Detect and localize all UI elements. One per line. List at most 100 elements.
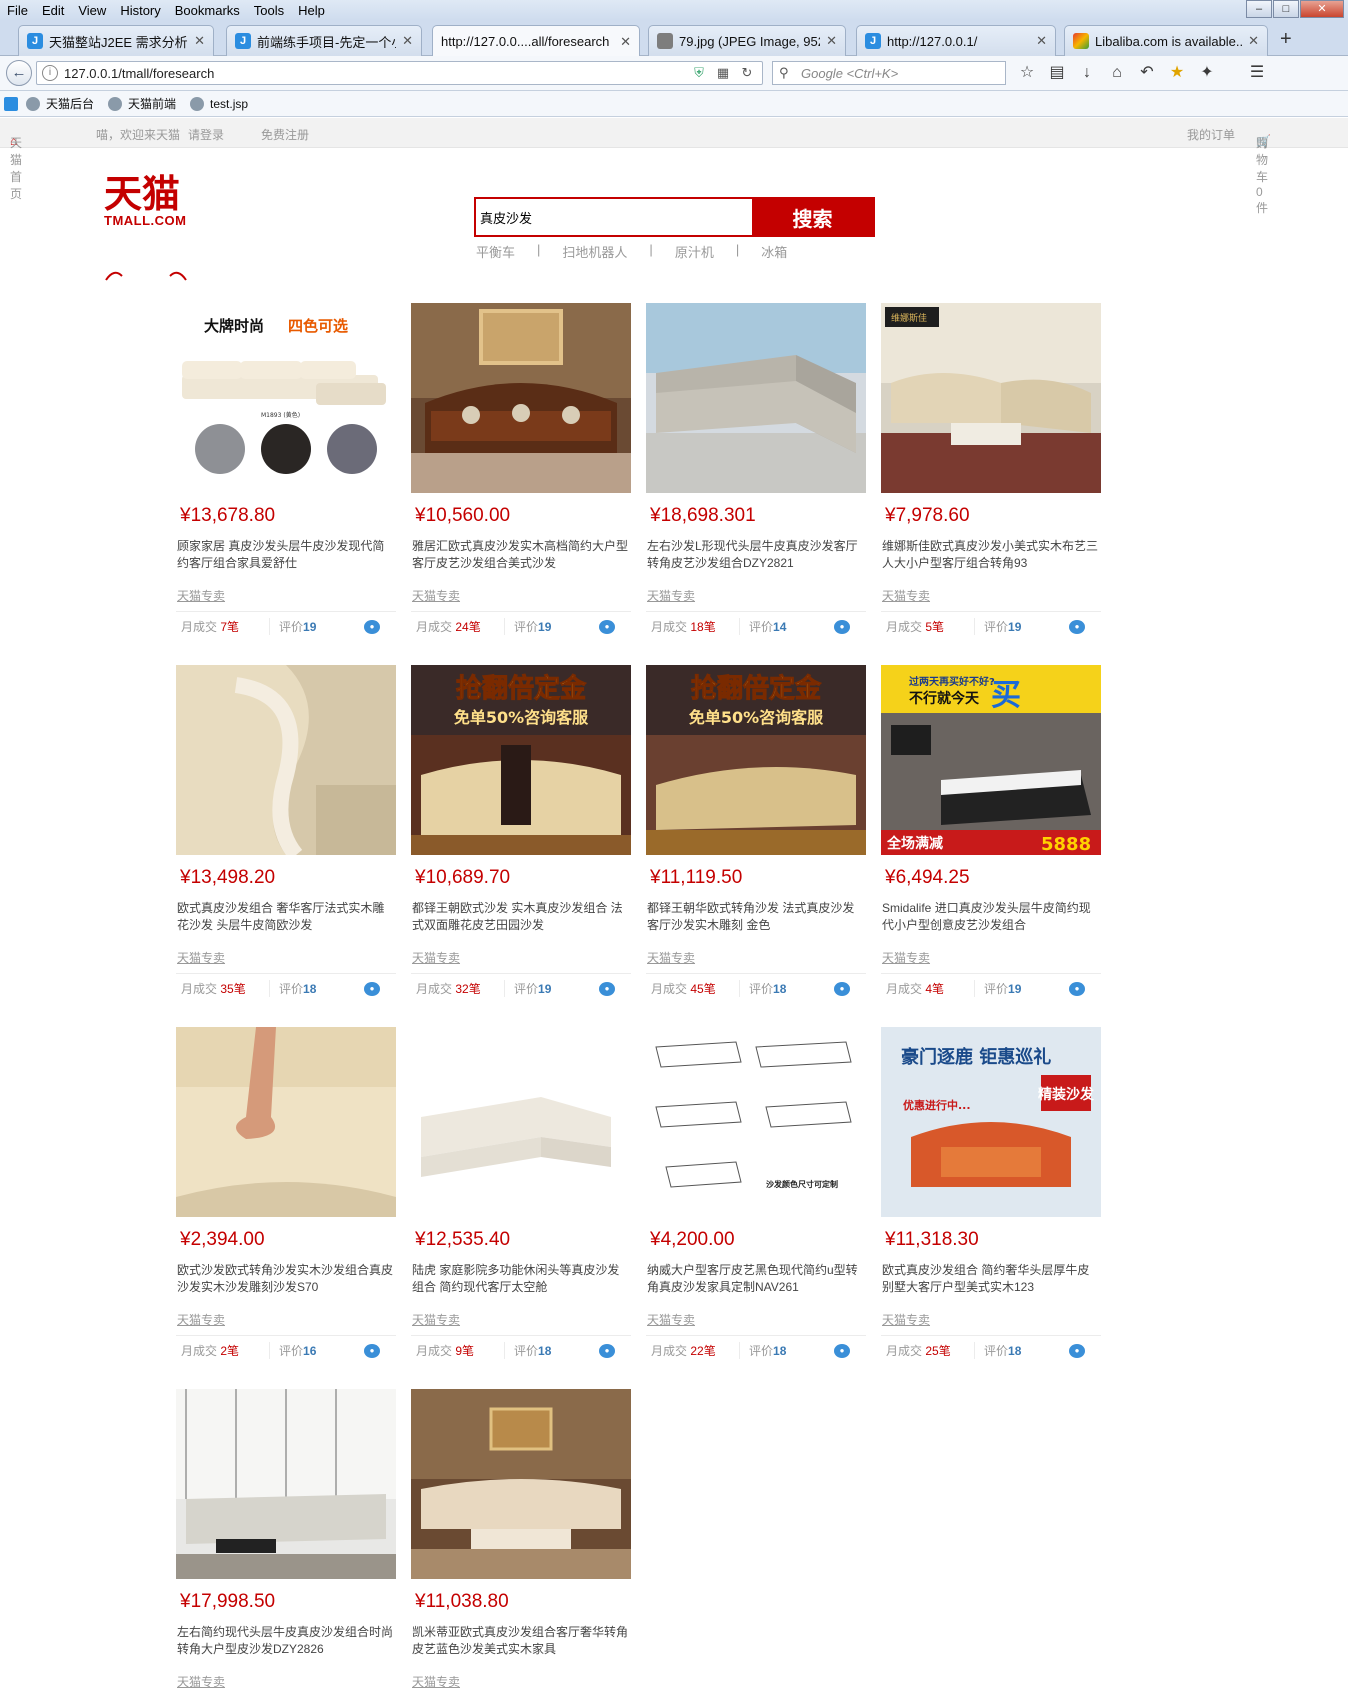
register-link[interactable]: 免费注册 [261,126,309,143]
web-search-box[interactable]: ⚲ Google <Ctrl+K> [772,61,1006,85]
product-image[interactable]: 过两天再买好不好? 不行就今天 买 全场满减 5888 [881,665,1101,855]
download-icon[interactable]: ↓ [1072,62,1102,84]
product-image[interactable]: 沙发颜色尺寸可定制 [646,1027,866,1217]
hamburger-menu-icon[interactable]: ☰ [1242,62,1272,84]
bookmark-star-icon[interactable]: ☆ [1012,62,1042,84]
review-count[interactable]: 评价19 [975,618,1021,635]
product-title[interactable]: 欧式真皮沙发组合 奢华客厅法式实木雕花沙发 头层牛皮简欧沙发 [176,900,396,934]
product-title[interactable]: 左右简约现代头层牛皮真皮沙发组合时尚转角大户型皮沙发DZY2826 [176,1624,396,1658]
hot-word-link[interactable]: 平衡车 [476,242,515,261]
product-card[interactable]: 过两天再买好不好? 不行就今天 买 全场满减 5888 ¥6,494.25 Sm… [881,665,1101,1003]
back-arrow-icon[interactable]: ← [6,60,32,86]
review-count[interactable]: 评价16 [270,1342,316,1359]
wangwang-chat-icon[interactable]: ● [364,620,380,634]
product-image[interactable] [176,1389,396,1579]
wangwang-chat-icon[interactable]: ● [1069,1344,1085,1358]
search-button[interactable]: 搜索 [752,199,873,235]
shop-link[interactable]: 天猫专卖 [411,949,631,965]
tab-3-active[interactable]: http://127.0.0....all/foresearch ✕ [432,25,640,57]
hot-word-link[interactable]: 冰箱 [761,242,787,261]
wangwang-chat-icon[interactable]: ● [1069,982,1085,996]
shop-link[interactable]: 天猫专卖 [411,587,631,603]
url-text[interactable]: 127.0.0.1/tmall/foresearch [64,66,690,81]
product-title[interactable]: 维娜斯佳欧式真皮沙发小美式实木布艺三人大小户型客厅组合转角93 [881,538,1101,572]
bookmark-tmall-front[interactable]: 天猫前端 [108,95,176,112]
hot-word-link[interactable]: 原汁机 [675,242,714,261]
wangwang-chat-icon[interactable]: ● [364,1344,380,1358]
new-tab-plus-icon[interactable]: + [1280,28,1292,51]
url-bar[interactable]: i 127.0.0.1/tmall/foresearch ⛨ ▦ ↻ [36,61,763,85]
tab-6[interactable]: Libaliba.com is available... ✕ [1064,25,1268,56]
menu-file[interactable]: File [0,3,35,18]
product-card[interactable]: 大牌时尚 四色可选 M1893 (黄色) ¥13,678.80 顾家家居 真皮沙… [176,303,396,641]
product-image[interactable] [411,1389,631,1579]
addon-icon[interactable]: ✦ [1192,62,1222,84]
hot-word-link[interactable]: 扫地机器人 [562,242,627,261]
product-card[interactable]: ¥12,535.40 陆虎 家庭影院多功能休闲头等真皮沙发组合 简约现代客厅太空… [411,1027,631,1365]
product-title[interactable]: 欧式真皮沙发组合 简约奢华头层厚牛皮别墅大客厅户型美式实木123 [881,1262,1101,1296]
shop-link[interactable]: 天猫专卖 [646,949,866,965]
review-count[interactable]: 评价18 [740,1342,786,1359]
close-window-button[interactable]: ✕ [1300,0,1344,18]
shop-link[interactable]: 天猫专卖 [646,587,866,603]
tab-2[interactable]: J 前端练手项目-先定一个小... ✕ [226,25,422,56]
bookmark-test-jsp[interactable]: test.jsp [190,96,248,111]
review-count[interactable]: 评价18 [975,1342,1021,1359]
shield-icon[interactable]: ⛨ [690,64,708,82]
shop-link[interactable]: 天猫专卖 [646,1311,866,1327]
product-card[interactable]: ¥17,998.50 左右简约现代头层牛皮真皮沙发组合时尚转角大户型皮沙发DZY… [176,1389,396,1689]
product-card[interactable]: ¥2,394.00 欧式沙发欧式转角沙发实木沙发组合真皮沙发实木沙发雕刻沙发S7… [176,1027,396,1365]
minimize-button[interactable]: – [1246,0,1272,18]
product-image[interactable] [176,1027,396,1217]
reload-icon[interactable]: ↻ [738,64,756,82]
shop-link[interactable]: 天猫专卖 [411,1673,631,1689]
product-card[interactable]: 豪门逐鹿 钜惠巡礼 精装沙发 优惠进行中... ¥11,318.30 欧式真皮沙… [881,1027,1101,1365]
product-title[interactable]: 纳威大户型客厅皮艺黑色现代简约u型转角真皮沙发家具定制NAV261 [646,1262,866,1296]
undo-icon[interactable]: ↶ [1132,62,1162,84]
product-image[interactable]: 抢翻倍定金 免单50%咨询客服 [646,665,866,855]
wangwang-chat-icon[interactable]: ● [364,982,380,996]
shop-link[interactable]: 天猫专卖 [176,587,396,603]
product-card[interactable]: 沙发颜色尺寸可定制 ¥4,200.00 纳威大户型客厅皮艺黑色现代简约u型转角真… [646,1027,866,1365]
login-link[interactable]: 请登录 [188,126,224,143]
product-image[interactable] [176,665,396,855]
review-count[interactable]: 评价18 [270,980,316,997]
product-card[interactable]: ¥13,498.20 欧式真皮沙发组合 奢华客厅法式实木雕花沙发 头层牛皮简欧沙… [176,665,396,1003]
product-title[interactable]: 顾家家居 真皮沙发头层牛皮沙发现代简约客厅组合家具爱舒仕 [176,538,396,572]
wangwang-chat-icon[interactable]: ● [599,620,615,634]
menu-help[interactable]: Help [291,3,332,18]
product-title[interactable]: Smidalife 进口真皮沙发头层牛皮简约现代小户型创意皮艺沙发组合 [881,900,1101,934]
close-icon[interactable]: ✕ [826,33,837,49]
product-title[interactable]: 雅居汇欧式真皮沙发实木高档简约大户型客厅皮艺沙发组合美式沙发 [411,538,631,572]
product-card[interactable]: 抢翻倍定金 免单50%咨询客服 ¥11,119.50 都铎王朝华欧式转角沙发 法… [646,665,866,1003]
shop-link[interactable]: 天猫专卖 [176,949,396,965]
close-icon[interactable]: ✕ [1248,33,1259,49]
product-title[interactable]: 左右沙发L形现代头层牛皮真皮沙发客厅转角皮艺沙发组合DZY2821 [646,538,866,572]
product-title[interactable]: 陆虎 家庭影院多功能休闲头等真皮沙发组合 简约现代客厅太空舱 [411,1262,631,1296]
wangwang-chat-icon[interactable]: ● [834,982,850,996]
shop-link[interactable]: 天猫专卖 [881,587,1101,603]
product-image[interactable]: 抢翻倍定金 免单50%咨询客服 [411,665,631,855]
close-icon[interactable]: ✕ [1036,33,1047,49]
product-card[interactable]: ¥11,038.80 凯米蒂亚欧式真皮沙发组合客厅奢华转角皮艺蓝色沙发美式实木家… [411,1389,631,1689]
home-icon[interactable]: ⌂ [1102,62,1132,84]
product-image[interactable]: 豪门逐鹿 钜惠巡礼 精装沙发 优惠进行中... [881,1027,1101,1217]
product-title[interactable]: 都铎王朝华欧式转角沙发 法式真皮沙发客厅沙发实木雕刻 金色 [646,900,866,934]
shop-link[interactable]: 天猫专卖 [411,1311,631,1327]
wangwang-chat-icon[interactable]: ● [599,982,615,996]
tab-4[interactable]: 79.jpg (JPEG Image, 952... ✕ [648,25,846,56]
bookmark-tmall-admin[interactable]: 天猫后台 [26,95,94,112]
review-count[interactable]: 评价18 [740,980,786,997]
product-title[interactable]: 凯米蒂亚欧式真皮沙发组合客厅奢华转角皮艺蓝色沙发美式实木家具 [411,1624,631,1658]
product-image[interactable]: 大牌时尚 四色可选 M1893 (黄色) [176,303,396,493]
qr-code-icon[interactable]: ▦ [714,64,732,82]
shop-link[interactable]: 天猫专卖 [881,1311,1101,1327]
review-count[interactable]: 评价18 [505,1342,551,1359]
extension-star-icon[interactable]: ★ [1162,62,1192,84]
product-title[interactable]: 欧式沙发欧式转角沙发实木沙发组合真皮沙发实木沙发雕刻沙发S70 [176,1262,396,1296]
product-image[interactable] [411,303,631,493]
close-icon[interactable]: ✕ [194,33,205,49]
tmall-logo[interactable]: 天猫 TMALL.COM [104,175,194,228]
maximize-button[interactable]: □ [1273,0,1299,18]
review-count[interactable]: 评价19 [975,980,1021,997]
